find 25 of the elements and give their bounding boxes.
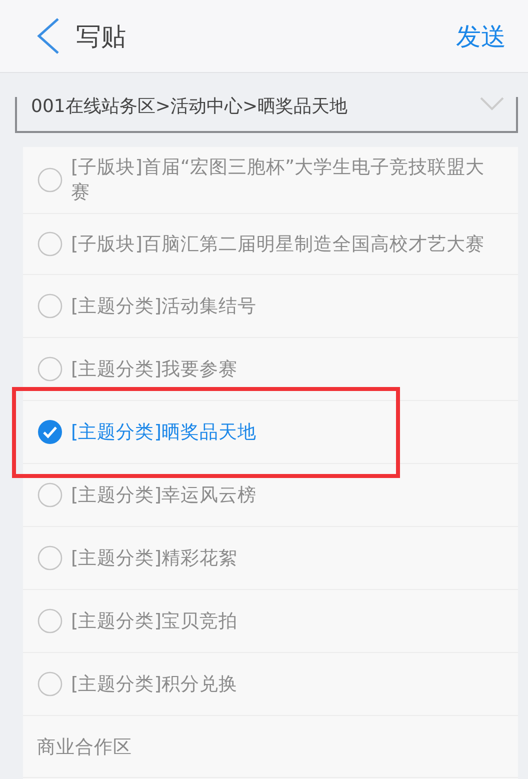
radio-icon[interactable] bbox=[37, 671, 63, 697]
chevron-down-icon bbox=[480, 97, 504, 111]
radio-icon[interactable] bbox=[37, 231, 63, 257]
category-option[interactable]: [主题分类]晒奖品天地 bbox=[23, 401, 518, 464]
radio-icon[interactable] bbox=[37, 293, 63, 319]
radio-icon[interactable] bbox=[37, 482, 63, 508]
category-option[interactable]: [主题分类]幸运风云榜 bbox=[23, 464, 518, 527]
checked-radio-icon[interactable] bbox=[37, 419, 63, 445]
section-heading: 商业合作区 bbox=[23, 716, 518, 778]
category-option[interactable]: [子版块]百脑汇第二届明星制造全国高校才艺大赛 bbox=[23, 214, 518, 275]
page-title: 写贴 bbox=[76, 20, 127, 52]
radio-icon[interactable] bbox=[37, 608, 63, 634]
category-option[interactable]: [子版块]首届“宏图三胞杯”大学生电子竞技联盟大赛 bbox=[23, 147, 518, 214]
radio-icon[interactable] bbox=[37, 356, 63, 382]
radio-icon[interactable] bbox=[37, 545, 63, 571]
category-option[interactable]: [主题分类]宝贝竞拍 bbox=[23, 590, 518, 653]
category-option[interactable]: [主题分类]精彩花絮 bbox=[23, 527, 518, 590]
radio-icon[interactable] bbox=[37, 167, 63, 193]
forum-dropdown[interactable]: 001在线站务区>活动中心>晒奖品天地 bbox=[15, 97, 518, 133]
category-option[interactable]: [主题分类]我要参赛 bbox=[23, 338, 518, 401]
send-button[interactable]: 发送 bbox=[456, 20, 506, 52]
back-button[interactable] bbox=[36, 17, 60, 55]
back-icon bbox=[36, 17, 60, 55]
category-option[interactable]: [主题分类]积分兑换 bbox=[23, 653, 518, 716]
category-option[interactable]: [主题分类]活动集结号 bbox=[23, 275, 518, 338]
